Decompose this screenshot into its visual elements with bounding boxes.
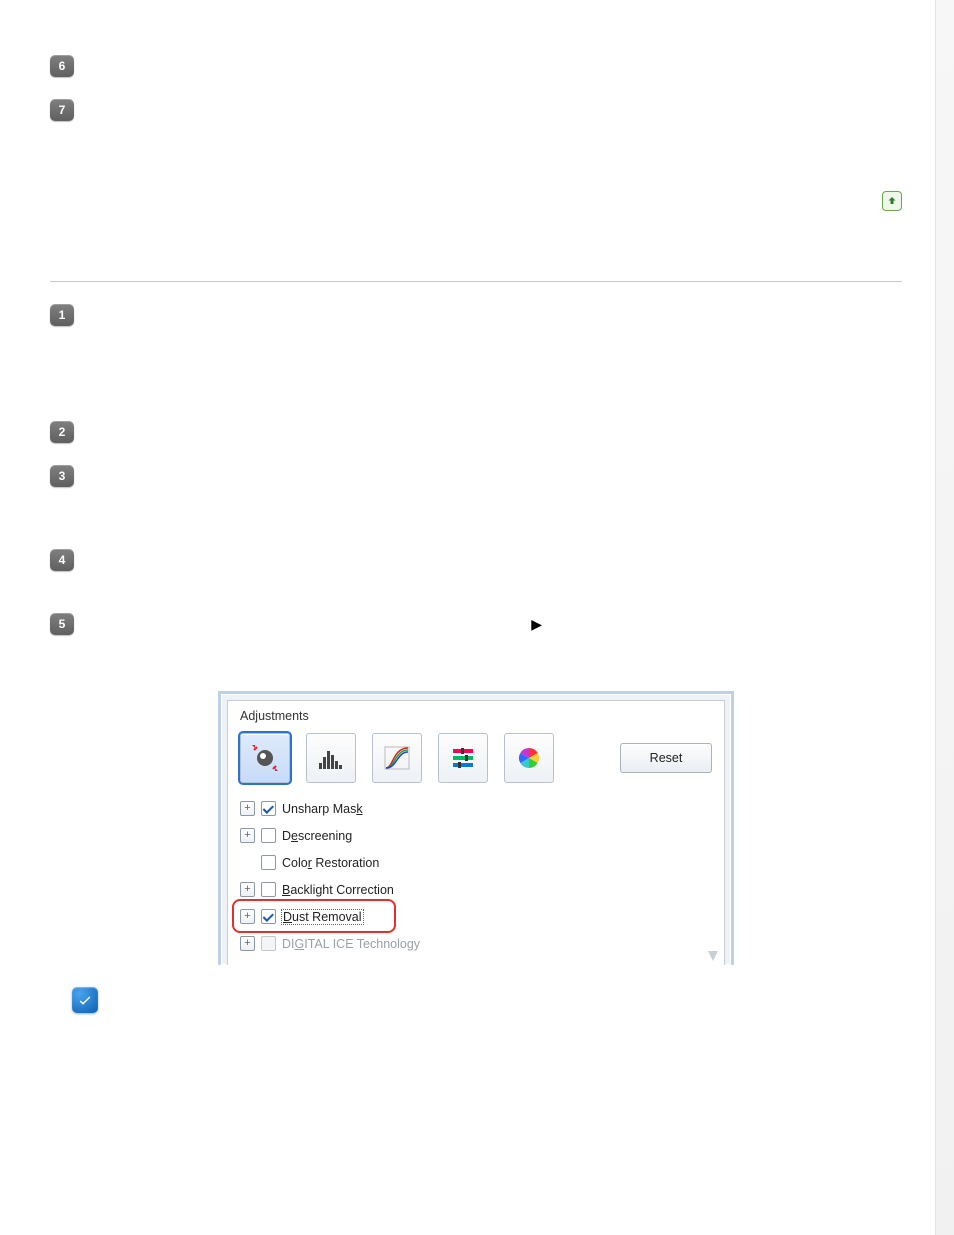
lbl-pre: Unsharp Mas [282,802,356,816]
option-label: Dust Removal [282,910,363,924]
lbl-accel: k [356,802,362,816]
step-row-7: 7 [50,99,902,121]
checkbox-color-restoration[interactable] [261,855,276,870]
lbl-accel: D [283,910,292,924]
checkbox-digital-ice [261,936,276,951]
lbl-accel: e [291,829,298,843]
histogram-icon [317,745,345,771]
lbl-post: acklight Correction [290,883,394,897]
expander-icon[interactable]: + [240,882,255,897]
lbl-pre: D [282,829,291,843]
option-label: Unsharp Mask [282,802,363,816]
section-divider [50,281,902,282]
tool-curves[interactable] [372,733,422,783]
step-row-2: 2 [50,421,902,443]
option-unsharp-mask[interactable]: + Unsharp Mask [238,795,714,822]
expander-icon[interactable]: + [240,909,255,924]
option-digital-ice: + DIGITAL ICE Technology [238,930,714,957]
step-row-4: 4 [50,549,902,571]
step-text-5: ▶ [92,614,902,635]
lbl-accel: G [295,937,305,951]
step-badge-3: 3 [50,465,74,487]
color-wheel-icon [515,744,543,772]
reset-button[interactable]: Reset [620,743,712,773]
tool-color-wheel[interactable] [504,733,554,783]
tool-auto-adjust[interactable] [240,733,290,783]
step-badge-4: 4 [50,549,74,571]
step-row-6: 6 [50,55,902,77]
main-content: 6 7 1 2 3 4 [50,55,902,1013]
lbl-post: Restoration [312,856,379,870]
go-top-button[interactable] [882,191,902,211]
auto-adjust-icon [251,744,279,772]
option-label: Descreening [282,829,352,843]
step-badge-5: 5 [50,613,74,635]
option-dust-removal[interactable]: + Dust Removal [238,903,714,930]
adjustments-panel: Adjustments [218,691,734,965]
step-badge-6: 6 [50,55,74,77]
arrow-up-icon [886,195,898,207]
tool-color-adjust[interactable] [438,733,488,783]
option-label: Backlight Correction [282,883,394,897]
play-triangle-icon: ▶ [531,614,542,635]
tool-histogram[interactable] [306,733,356,783]
expander-icon[interactable]: + [240,801,255,816]
step-row-3: 3 [50,465,902,487]
lbl-pre: DI [282,937,295,951]
step-badge-2: 2 [50,421,74,443]
step-badge-1: 1 [50,304,74,326]
lbl-post: ust Removal [292,910,361,924]
scrollbar-gutter[interactable] [935,0,954,1235]
go-top-row [50,191,902,211]
color-sliders-icon [449,745,477,771]
checkbox-descreening[interactable] [261,828,276,843]
checkbox-unsharp-mask[interactable] [261,801,276,816]
expander-icon[interactable]: + [240,828,255,843]
step-badge-7: 7 [50,99,74,121]
note-row [72,987,902,1013]
option-backlight-correction[interactable]: + Backlight Correction [238,876,714,903]
option-descreening[interactable]: + Descreening [238,822,714,849]
tool-row: Reset [228,729,724,793]
panel-title: Adjustments [228,701,724,729]
adjustments-panel-inner: Adjustments [227,700,725,965]
options-list: + Unsharp Mask + Descreening [228,793,724,965]
lbl-pre: Colo [282,856,308,870]
lbl-post: ITAL ICE Technology [304,937,420,951]
note-check-icon [72,987,98,1013]
panel-container: Adjustments [50,691,902,965]
checkbox-backlight-correction[interactable] [261,882,276,897]
option-color-restoration[interactable]: + Color Restoration [238,849,714,876]
step-row-5: 5 ▶ [50,613,902,635]
step-row-1: 1 [50,304,902,326]
lbl-post: screening [298,829,352,843]
checkbox-dust-removal[interactable] [261,909,276,924]
option-label: Color Restoration [282,856,379,870]
expander-icon: + [240,936,255,951]
curves-icon [383,745,411,771]
option-label: DIGITAL ICE Technology [282,937,420,951]
